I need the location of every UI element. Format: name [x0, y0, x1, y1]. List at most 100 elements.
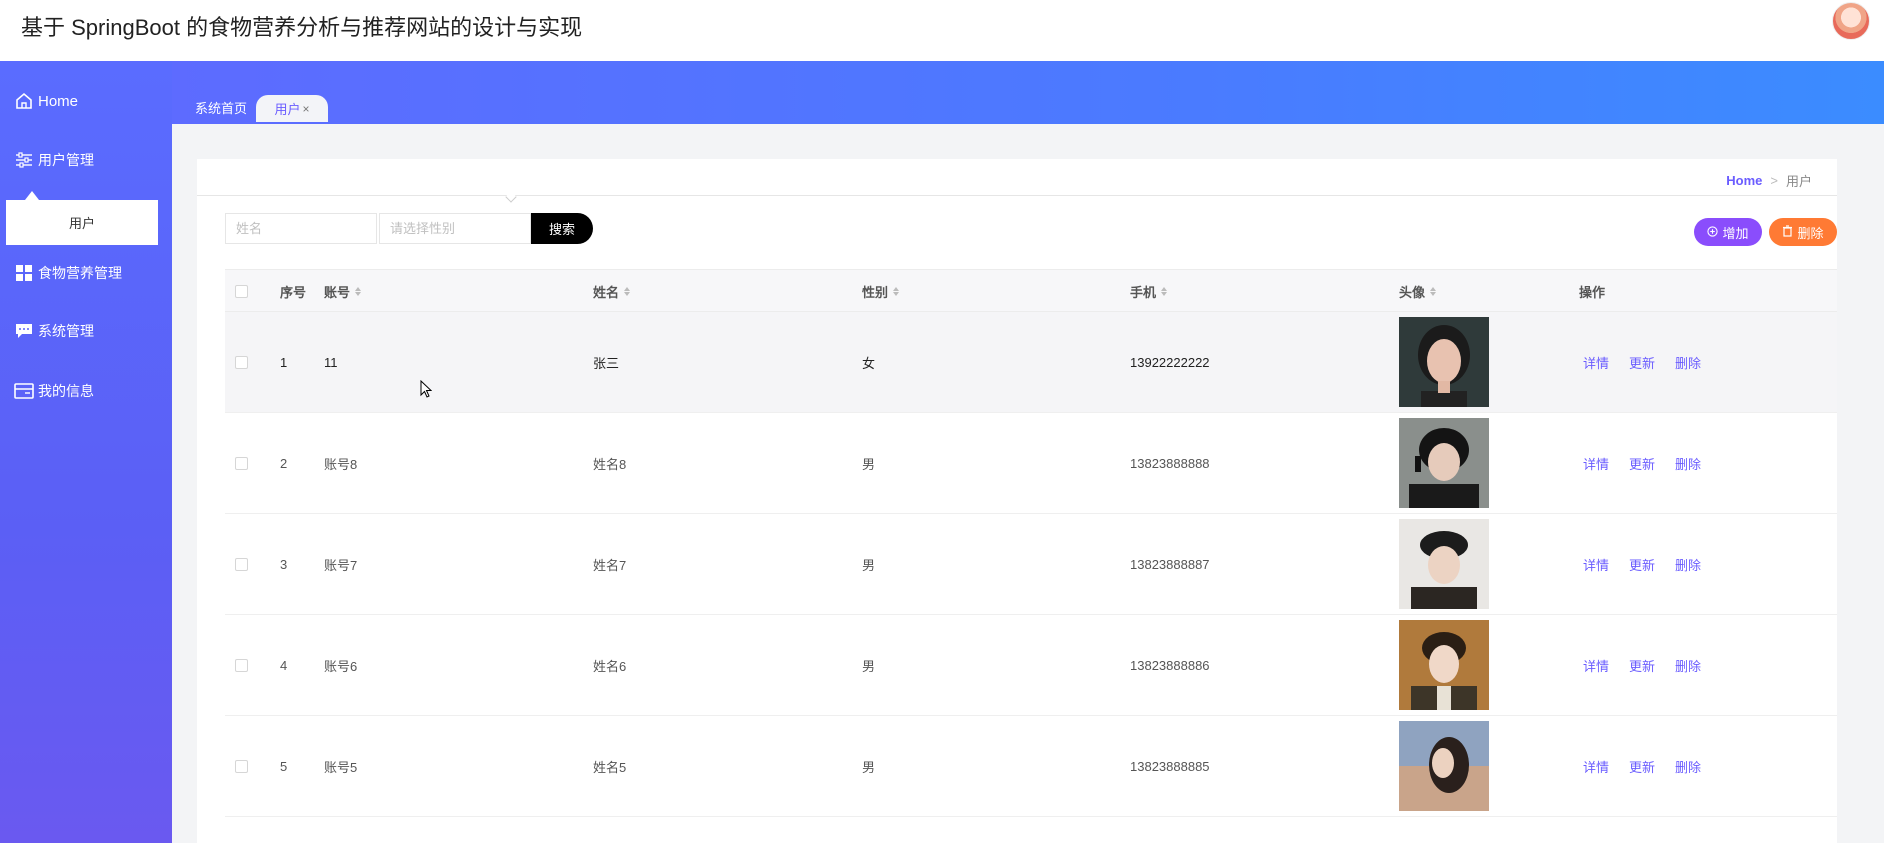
header-avatar[interactable]: 头像: [1399, 270, 1437, 312]
table-row: 5 账号5 姓名5 男 13823888885 详情 更新 删除: [225, 716, 1837, 817]
update-link[interactable]: 更新: [1629, 353, 1655, 372]
sidebar-item-label: 食物营养管理: [38, 265, 122, 281]
header-phone[interactable]: 手机: [1130, 270, 1168, 312]
grid-icon: [14, 263, 34, 283]
row-index: 2: [280, 455, 288, 471]
table-row: 2 账号8 姓名8 男 13823888888 详情 更新 删除: [225, 413, 1837, 514]
sort-icon[interactable]: [1430, 286, 1437, 296]
update-link[interactable]: 更新: [1629, 757, 1655, 776]
batch-delete-button[interactable]: 删除: [1769, 218, 1837, 246]
update-link[interactable]: 更新: [1629, 656, 1655, 675]
tab-home[interactable]: 系统首页: [186, 96, 256, 118]
avatar-photo[interactable]: [1399, 620, 1489, 710]
row-name: 张三: [593, 355, 620, 371]
sidebar-subitem-user[interactable]: 用户: [6, 200, 158, 245]
chat-icon: [14, 321, 34, 341]
row-checkbox[interactable]: [235, 456, 248, 470]
update-link[interactable]: 更新: [1629, 454, 1655, 473]
detail-link[interactable]: 详情: [1583, 353, 1609, 372]
sort-icon[interactable]: [624, 286, 631, 296]
tab-user[interactable]: 用户 ×: [256, 95, 328, 122]
row-checkbox[interactable]: [235, 658, 248, 672]
row-phone: 13823888887: [1130, 556, 1210, 572]
user-table: 序号 账号 姓名 性别 手机 头像 操作 1 11 张三 女 139222222…: [225, 269, 1837, 817]
sidebar-item-system-management[interactable]: 系统管理: [0, 311, 172, 351]
sort-icon[interactable]: [893, 286, 900, 296]
header-sex-label: 性别: [862, 284, 889, 300]
row-sex: 男: [862, 658, 876, 674]
delete-link[interactable]: 删除: [1675, 656, 1701, 675]
add-button-label: 增加: [1722, 225, 1749, 241]
row-checkbox[interactable]: [235, 759, 248, 773]
name-search-input[interactable]: [225, 213, 377, 244]
detail-link[interactable]: 详情: [1583, 757, 1609, 776]
add-button[interactable]: 增加: [1694, 218, 1762, 246]
header-name-label: 姓名: [593, 284, 620, 300]
sidebar: Home 用户管理 用户 食物营养管理 系统管理 我的信息: [0, 61, 172, 843]
delete-link[interactable]: 删除: [1675, 757, 1701, 776]
select-all-checkbox[interactable]: [235, 284, 248, 298]
chevron-down-icon: [505, 191, 517, 203]
row-account: 11: [324, 354, 338, 370]
id-card-icon: [14, 381, 34, 401]
delete-link[interactable]: 删除: [1675, 454, 1701, 473]
search-button[interactable]: 搜索: [531, 213, 593, 244]
avatar-photo[interactable]: [1399, 721, 1489, 811]
sidebar-item-home[interactable]: Home: [0, 81, 172, 121]
breadcrumb: Home > 用户: [1726, 171, 1812, 190]
avatar-photo[interactable]: [1399, 317, 1489, 407]
row-checkbox[interactable]: [235, 557, 248, 571]
close-icon[interactable]: ×: [303, 102, 310, 116]
sidebar-item-label: 系统管理: [38, 323, 94, 339]
top-header: 基于 SpringBoot 的食物营养分析与推荐网站的设计与实现: [0, 0, 1884, 61]
avatar-photo[interactable]: [1399, 519, 1489, 609]
app-title: 基于 SpringBoot 的食物营养分析与推荐网站的设计与实现: [21, 15, 583, 40]
row-phone: 13823888885: [1130, 758, 1210, 774]
detail-link[interactable]: 详情: [1583, 454, 1609, 473]
table-row: 4 账号6 姓名6 男 13823888886 详情 更新 删除: [225, 615, 1837, 716]
row-name: 姓名6: [593, 658, 627, 674]
header-avatar-label: 头像: [1399, 284, 1426, 300]
main-content: Home > 用户 搜索 增加 删除 序号 账号: [172, 124, 1884, 843]
row-phone: 13922222222: [1130, 354, 1210, 370]
sidebar-item-label: Home: [38, 92, 79, 110]
row-checkbox[interactable]: [235, 355, 248, 369]
header-sex[interactable]: 性别: [862, 270, 900, 312]
row-index: 3: [280, 556, 288, 572]
table-row: 3 账号7 姓名7 男 13823888887 详情 更新 删除: [225, 514, 1837, 615]
row-name: 姓名7: [593, 557, 627, 573]
user-avatar[interactable]: [1832, 2, 1870, 40]
sex-select[interactable]: [379, 213, 531, 244]
header-ops: 操作: [1579, 284, 1606, 300]
row-account: 账号7: [324, 557, 358, 573]
header-phone-label: 手机: [1130, 284, 1157, 300]
row-account: 账号5: [324, 759, 358, 775]
sidebar-item-my-info[interactable]: 我的信息: [0, 371, 172, 411]
breadcrumb-home[interactable]: Home: [1726, 173, 1762, 188]
sliders-icon: [14, 150, 34, 170]
header-index: 序号: [280, 284, 307, 300]
sidebar-item-user-management[interactable]: 用户管理: [0, 140, 172, 180]
update-link[interactable]: 更新: [1629, 555, 1655, 574]
sort-icon[interactable]: [1161, 286, 1168, 296]
divider: [197, 195, 1837, 196]
row-sex: 男: [862, 759, 876, 775]
row-sex: 男: [862, 557, 876, 573]
table-row: 1 11 张三 女 13922222222 详情 更新 删除: [225, 312, 1837, 413]
home-icon: [14, 91, 34, 111]
header-name[interactable]: 姓名: [593, 270, 631, 312]
delete-link[interactable]: 删除: [1675, 555, 1701, 574]
avatar-photo[interactable]: [1399, 418, 1489, 508]
row-phone: 13823888886: [1130, 657, 1210, 673]
sort-icon[interactable]: [355, 286, 362, 296]
breadcrumb-current: 用户: [1785, 174, 1812, 189]
row-account: 账号8: [324, 456, 358, 472]
plus-circle-icon: [1707, 225, 1719, 240]
row-index: 4: [280, 657, 288, 673]
delete-link[interactable]: 删除: [1675, 353, 1701, 372]
sidebar-item-food-nutrition[interactable]: 食物营养管理: [0, 253, 172, 293]
delete-button-label: 删除: [1797, 225, 1824, 241]
detail-link[interactable]: 详情: [1583, 656, 1609, 675]
header-account[interactable]: 账号: [324, 270, 362, 312]
detail-link[interactable]: 详情: [1583, 555, 1609, 574]
